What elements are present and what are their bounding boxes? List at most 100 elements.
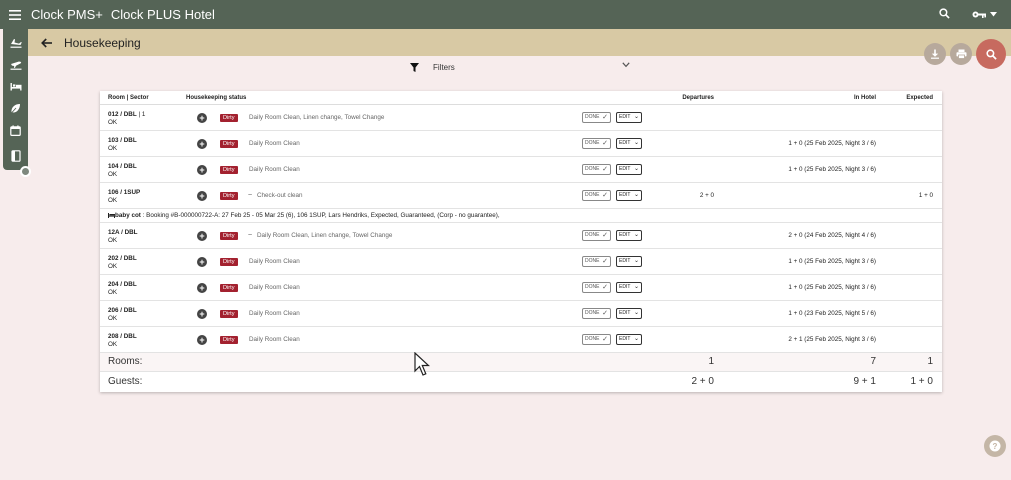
table-row[interactable]: 202 / DBL OK + Dirty Daily Room Clean DONE ✓ ED… (100, 249, 942, 275)
done-button[interactable]: DONE ✓ (582, 164, 611, 175)
task-list: Daily Room Clean (249, 310, 300, 317)
edit-label: EDIT (619, 336, 631, 342)
done-button[interactable]: DONE ✓ (582, 138, 611, 149)
calendar-icon[interactable] (9, 123, 23, 137)
task-list: Daily Room Clean (249, 258, 300, 265)
table-row[interactable]: 12A / DBL OK + Dirty ~ Daily Room Clean, Line… (100, 223, 942, 249)
edit-dropdown[interactable]: EDIT ⌄ (616, 282, 642, 293)
check-icon: ✓ (602, 114, 608, 121)
table-row[interactable]: 208 / DBL OK + Dirty Daily Room Clean DONE ✓ ED… (100, 327, 942, 353)
table-row[interactable]: 206 / DBL OK + Dirty Daily Room Clean DONE ✓ ED… (100, 301, 942, 327)
dirty-status-badge[interactable]: Dirty (220, 258, 238, 266)
arrivals-icon[interactable] (9, 35, 23, 49)
room-status: OK (108, 145, 118, 152)
done-button[interactable]: DONE ✓ (582, 190, 611, 201)
dirty-status-badge[interactable]: Dirty (220, 284, 238, 292)
page-header: Housekeeping (28, 29, 1011, 56)
room-number[interactable]: 202 / DBL (108, 254, 137, 263)
add-task-button[interactable]: + (197, 139, 207, 149)
room-name: 208 / DBL (108, 333, 137, 340)
table-header: Room | Sector Housekeeping status Depart… (100, 91, 942, 105)
in-hotel-cell: 1 + 0 (23 Feb 2025, Night 5 / 6) (788, 310, 876, 317)
edit-dropdown[interactable]: EDIT ⌄ (616, 230, 642, 241)
note-text: : Booking #B-000000722-A: 27 Feb 25 - 05… (140, 212, 500, 219)
room-status: OK (108, 171, 118, 178)
done-button[interactable]: DONE ✓ (582, 256, 611, 267)
add-task-button[interactable]: + (197, 335, 207, 345)
add-task-button[interactable]: + (197, 113, 207, 123)
chevron-down-icon: ⌄ (633, 192, 639, 198)
rail-toggle-button[interactable] (20, 166, 31, 177)
guests-in-hotel: 9 + 1 (853, 376, 876, 387)
done-button[interactable]: DONE ✓ (582, 230, 611, 241)
edit-dropdown[interactable]: EDIT ⌄ (616, 112, 642, 123)
add-task-button[interactable]: + (197, 165, 207, 175)
edit-dropdown[interactable]: EDIT ⌄ (616, 308, 642, 319)
menu-icon[interactable] (0, 0, 30, 29)
print-button[interactable] (950, 43, 972, 65)
departures-icon[interactable] (9, 57, 23, 71)
edit-dropdown[interactable]: EDIT ⌄ (616, 138, 642, 149)
filters-label: Filters (433, 62, 455, 72)
hotel-name[interactable]: Clock PLUS Hotel (111, 7, 215, 22)
edit-dropdown[interactable]: EDIT ⌄ (616, 256, 642, 267)
header-room: Room | Sector (108, 95, 149, 101)
room-number[interactable]: 103 / DBL (108, 136, 137, 145)
done-button[interactable]: DONE ✓ (582, 308, 611, 319)
room-number[interactable]: 204 / DBL (108, 280, 137, 289)
edit-dropdown[interactable]: EDIT ⌄ (616, 334, 642, 345)
done-button[interactable]: DONE ✓ (582, 112, 611, 123)
chevron-down-icon: ⌄ (633, 258, 639, 264)
table-row[interactable]: 204 / DBL OK + Dirty Daily Room Clean DONE ✓ ED… (100, 275, 942, 301)
add-task-button[interactable]: + (197, 283, 207, 293)
download-button[interactable] (924, 43, 946, 65)
housekeeping-leaf-icon[interactable] (9, 101, 23, 115)
dirty-status-badge[interactable]: Dirty (220, 140, 238, 148)
add-task-button[interactable]: + (197, 231, 207, 241)
add-task-button[interactable]: + (197, 191, 207, 201)
search-icon[interactable] (939, 6, 950, 24)
app-name[interactable]: Clock PMS+ (31, 7, 103, 22)
task-list: Daily Room Clean (249, 336, 300, 343)
edit-dropdown[interactable]: EDIT ⌄ (616, 190, 642, 201)
expected-cell: 1 + 0 (918, 192, 933, 199)
dirty-status-badge[interactable]: Dirty (220, 166, 238, 174)
dirty-status-badge[interactable]: Dirty (220, 192, 238, 200)
search-fab-button[interactable] (976, 39, 1006, 69)
guests-label: Guests: (108, 376, 143, 387)
edit-label: EDIT (619, 166, 631, 172)
add-task-button[interactable]: + (197, 309, 207, 319)
bed-icon[interactable] (9, 79, 23, 93)
app-top-bar: Clock PMS+ Clock PLUS Hotel (0, 0, 1011, 29)
dirty-status-badge[interactable]: Dirty (220, 336, 238, 344)
edit-dropdown[interactable]: EDIT ⌄ (616, 164, 642, 175)
in-hotel-cell: 1 + 0 (25 Feb 2025, Night 3 / 6) (788, 258, 876, 265)
table-row[interactable]: 103 / DBL OK + Dirty Daily Room Clean DONE ✓ ED… (100, 131, 942, 157)
dirty-status-badge[interactable]: Dirty (220, 310, 238, 318)
task-list: Check-out clean (257, 192, 303, 199)
done-button[interactable]: DONE ✓ (582, 334, 611, 345)
table-row[interactable]: 106 / 1SUP OK + Dirty ~ Check-out clean DONE ✓ E… (100, 183, 942, 209)
room-number[interactable]: 12A / DBL (108, 228, 138, 237)
task-list: Daily Room Clean (249, 284, 300, 291)
room-number[interactable]: 104 / DBL (108, 162, 137, 171)
room-number[interactable]: 208 / DBL (108, 332, 137, 341)
help-button[interactable]: ? (984, 435, 1006, 457)
done-button[interactable]: DONE ✓ (582, 282, 611, 293)
dirty-status-badge[interactable]: Dirty (220, 114, 238, 122)
key-menu-button[interactable] (972, 10, 997, 19)
back-arrow-icon[interactable] (28, 29, 64, 56)
housekeeping-table: Room | Sector Housekeeping status Depart… (100, 91, 942, 392)
filters-toggle[interactable]: Filters (410, 60, 630, 74)
room-number[interactable]: 206 / DBL (108, 306, 137, 315)
check-icon: ✓ (602, 284, 608, 291)
chevron-down-icon: ⌄ (633, 166, 639, 172)
room-number[interactable]: 012 / DBL | 1 (108, 110, 145, 119)
book-icon[interactable] (9, 149, 23, 163)
table-row[interactable]: 104 / DBL OK + Dirty Daily Room Clean DONE ✓ ED… (100, 157, 942, 183)
add-task-button[interactable]: + (197, 257, 207, 267)
dirty-status-badge[interactable]: Dirty (220, 232, 238, 240)
room-number[interactable]: 106 / 1SUP (108, 188, 140, 197)
table-row[interactable]: 012 / DBL | 1 OK + Dirty Daily Room Clean, L… (100, 105, 942, 131)
edit-label: EDIT (619, 232, 631, 238)
